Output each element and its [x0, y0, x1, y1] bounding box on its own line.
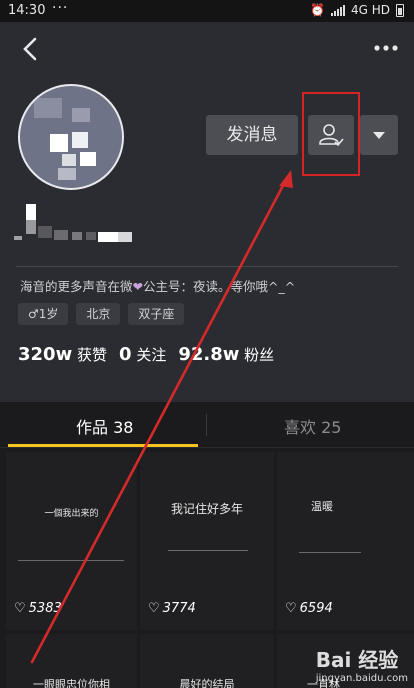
tag-age: ♂1岁: [18, 303, 69, 325]
tab-separator: [206, 414, 207, 436]
active-tab-indicator: [8, 444, 198, 447]
stat-followers[interactable]: 92.8w 粉丝: [178, 344, 274, 365]
heart-outline-icon: ♡: [14, 601, 26, 616]
tab-works[interactable]: 作品 38: [76, 414, 133, 438]
tag-zodiac: 双子座: [128, 303, 185, 325]
video-thumbnail[interactable]: 温暖 ♡ 6594: [277, 452, 414, 630]
heart-outline-icon: ♡: [148, 601, 160, 616]
video-caption: 一個我出来的: [44, 509, 99, 519]
signal-icon: [330, 4, 345, 16]
video-caption: 晨好的结局: [179, 678, 235, 688]
send-message-button[interactable]: 发消息: [206, 115, 298, 155]
video-thumbnail[interactable]: 一個我出来的 ♡ 5383: [6, 452, 137, 630]
caption-underline: [299, 552, 361, 553]
more-dropdown-button[interactable]: [360, 115, 398, 155]
caption-underline: [18, 560, 124, 561]
video-caption: 一眼眼忠位你相: [33, 678, 110, 688]
heart-outline-icon: ♡: [285, 601, 297, 616]
video-thumbnail[interactable]: 一眼眼忠位你相: [6, 634, 137, 688]
heart-icon: ❤: [132, 279, 143, 294]
alarm-icon: ⏰: [310, 3, 325, 17]
status-bar: 14:30 ··· ⏰ 4G HD: [0, 0, 414, 22]
video-likes: ♡ 6594: [285, 601, 333, 616]
bio-text-start: 海音的更多声音在微: [20, 279, 133, 294]
content-tabs: 作品 38 喜欢 25: [0, 402, 414, 448]
baidu-jingyan-watermark: Bai 经验 jingyan.baidu.com: [316, 644, 408, 684]
username: [14, 202, 148, 248]
watermark-logo: Bai 经验: [315, 648, 399, 672]
stat-following[interactable]: 0 关注: [119, 344, 166, 365]
stat-likes[interactable]: 320w 获赞: [18, 344, 107, 365]
profile-bio: 海音的更多声音在微❤公主号：夜读。等你哦^_^: [20, 276, 295, 295]
video-caption: 温暖: [311, 500, 333, 513]
notification-dots: ···: [52, 0, 69, 16]
tag-location: 北京: [76, 303, 121, 325]
video-caption: 我记住好多年: [170, 502, 243, 516]
video-thumbnail[interactable]: 晨好的结局: [140, 634, 274, 688]
video-likes: ♡ 3774: [148, 601, 196, 616]
status-time: 14:30: [8, 3, 46, 18]
male-gender-icon: ♂: [28, 307, 39, 321]
caption-underline: [168, 550, 248, 551]
network-type: 4G HD: [350, 3, 390, 17]
bio-text-end: 公主号：夜读。等你哦^_^: [143, 279, 296, 294]
video-likes: ♡ 5383: [14, 601, 62, 616]
back-arrow-icon[interactable]: [18, 36, 44, 62]
more-options-icon[interactable]: [372, 40, 400, 56]
profile-tags: ♂1岁 北京 双子座: [18, 303, 185, 325]
caret-down-icon: [373, 132, 385, 139]
avatar[interactable]: [18, 84, 124, 190]
watermark-url: jingyan.baidu.com: [315, 673, 408, 684]
video-thumbnail[interactable]: 我记住好多年 ♡ 3774: [140, 452, 274, 630]
profile-stats: 320w 获赞 0 关注 92.8w 粉丝: [18, 344, 274, 365]
annotation-highlight-box: [302, 92, 360, 176]
tab-likes[interactable]: 喜欢 25: [284, 414, 341, 438]
profile-header: 发消息 海音的更多声音在微❤公主号：夜读。等你哦^_^ ♂1岁 北京 双子座 3…: [0, 22, 414, 402]
header-divider: [16, 266, 398, 267]
battery-icon: [396, 3, 404, 17]
